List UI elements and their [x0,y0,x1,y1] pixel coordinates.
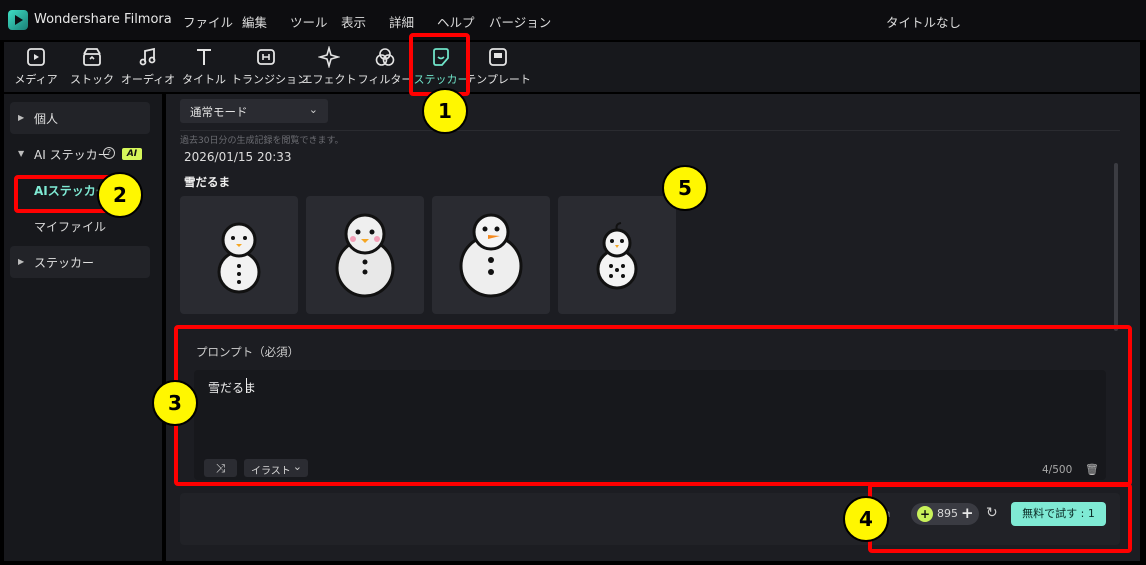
transition-icon [257,49,275,65]
caret-right-icon: ▶ [18,257,25,266]
annotation-badge-3: 3 [152,380,198,426]
sidebar-item-label: AI ステッカー [34,148,110,162]
snowman-icon [459,213,523,298]
mode-dropdown-value: 通常モード [190,105,248,119]
annotation-badge-5: 5 [662,165,708,211]
scrollbar[interactable] [1114,163,1118,331]
annotation-badge-2: 2 [97,172,143,218]
sticker-result-4[interactable] [558,196,676,314]
tab-title[interactable]: タイトル [169,44,239,90]
sticker-result-2[interactable] [306,196,424,314]
stock-icon [83,48,101,66]
highlight-box-3 [174,325,1132,486]
tab-title-label: タイトル [182,73,226,86]
snowman-icon [217,222,261,294]
tab-template[interactable]: テンプレート [463,44,533,90]
menu-advanced[interactable]: 詳細 [389,12,414,31]
annotation-badge-1: 1 [422,88,468,134]
media-icon [27,48,45,66]
sidebar-item-sticker[interactable]: ▶ ステッカー [10,246,150,278]
tab-template-label: テンプレート [465,73,531,86]
highlight-box-1 [409,33,470,96]
menu-view[interactable]: 表示 [341,12,366,31]
help-icon[interactable]: ? [103,147,115,159]
menu-edit[interactable]: 編集 [242,12,267,31]
sparkle-icon [318,46,340,68]
filmora-logo-icon [8,10,28,30]
menu-tools[interactable]: ツール [290,12,328,31]
sidebar-item-my-file[interactable]: マイファイル [34,218,106,235]
app-name: Wondershare Filmora [34,12,172,27]
sidebar-item-personal[interactable]: ▶ 個人 [10,102,150,134]
history-note: 過去30日分の生成記録を閲覧できます。 [180,136,344,146]
chevron-down-icon: ⌄ [308,103,318,116]
music-note-icon [139,47,156,66]
template-icon [489,48,507,66]
text-t-icon [197,49,211,65]
filter-icon [375,48,395,66]
sticker-result-1[interactable] [180,196,298,314]
snowman-icon [335,213,395,298]
tab-transition-label: トランジション [231,73,308,86]
tab-transition[interactable]: トランジション [231,44,308,90]
history-prompt: 雪だるま [184,175,230,189]
menu-help[interactable]: ヘルプ [437,12,475,31]
menu-version[interactable]: バージョン [489,12,551,31]
divider [180,130,1120,131]
history-date: 2026/01/15 20:33 [184,150,292,164]
sidebar-item-label: ステッカー [34,256,95,270]
snowman-icon [596,222,638,290]
caret-down-icon: ▼ [18,149,25,158]
caret-right-icon: ▶ [18,113,25,122]
mode-dropdown[interactable]: 通常モード ⌄ [180,99,328,123]
menu-file[interactable]: ファイル [183,12,233,31]
sticker-result-3[interactable] [432,196,550,314]
annotation-badge-4: 4 [843,496,889,542]
menu-bar [0,0,1146,40]
sidebar-item-label: 個人 [34,112,59,126]
highlight-box-4 [868,483,1132,553]
ai-badge: AI [122,148,142,160]
document-title: タイトルなし [886,15,962,30]
